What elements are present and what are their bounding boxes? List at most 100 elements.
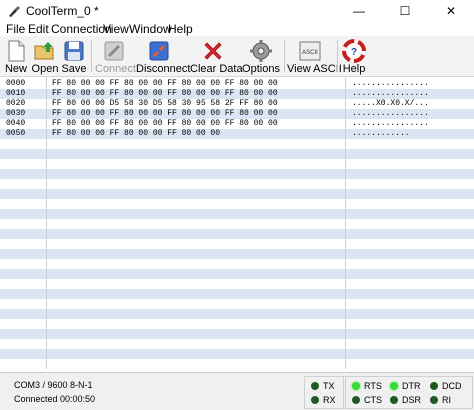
rts-led-icon bbox=[352, 382, 360, 390]
connection-status-text: Connected 00:00:50 bbox=[14, 394, 96, 404]
row-address: 0000 bbox=[6, 79, 26, 88]
cts-label: CTS bbox=[364, 395, 382, 405]
row-stripe bbox=[0, 329, 474, 339]
toolbar: New Open Save Connect Disconnect Clear D… bbox=[0, 36, 474, 77]
row-ascii-text: ................ bbox=[352, 119, 429, 128]
open-folder-icon bbox=[34, 42, 54, 60]
row-hex-bytes: FF 80 00 00 FF 80 00 00 FF 80 00 00 FF 8… bbox=[52, 119, 278, 128]
coolterm-app-icon bbox=[9, 6, 20, 17]
ascii-icon: ASCII bbox=[299, 41, 321, 61]
hex-view-area[interactable]: 0000 FF 80 00 00 FF 80 00 00 FF 80 00 00 … bbox=[0, 77, 474, 369]
dtr-led-icon bbox=[390, 382, 398, 390]
disconnect-label: Disconnect bbox=[136, 63, 191, 75]
menu-bar: File Edit Connection View Window Help bbox=[0, 22, 474, 36]
dtr-label: DTR bbox=[402, 381, 421, 391]
help-label: Help bbox=[342, 63, 366, 75]
menu-window[interactable]: Window bbox=[129, 22, 172, 36]
save-label: Save bbox=[61, 63, 87, 75]
handshake-indicator-group: RTS CTS DTR DSR DCD RI bbox=[345, 376, 473, 409]
clear-x-icon bbox=[204, 42, 222, 60]
disconnect-plug-icon bbox=[149, 41, 169, 61]
row-hex-bytes: FF 80 00 00 D5 58 30 D5 58 30 95 58 2F F… bbox=[52, 99, 278, 108]
table-row: 0020 FF 80 00 00 D5 58 30 D5 58 30 95 58 … bbox=[0, 99, 474, 109]
options-button[interactable]: Options bbox=[242, 37, 280, 75]
options-gear-icon bbox=[250, 40, 272, 62]
table-row: 0050 FF 80 00 00 FF 80 00 00 FF 80 00 00.… bbox=[0, 129, 474, 139]
table-row: 0030 FF 80 00 00 FF 80 00 00 FF 80 00 00 … bbox=[0, 109, 474, 119]
menu-file[interactable]: File bbox=[6, 22, 25, 36]
menu-view[interactable]: View bbox=[103, 22, 129, 36]
row-stripe bbox=[0, 169, 474, 179]
maximize-button[interactable]: ☐ bbox=[382, 0, 428, 22]
row-address: 0040 bbox=[6, 119, 26, 128]
rts-label: RTS bbox=[364, 381, 382, 391]
new-button[interactable]: New bbox=[2, 37, 30, 75]
row-ascii-text: .....X0.X0.X/... bbox=[352, 99, 429, 108]
row-ascii-text: ................ bbox=[352, 79, 429, 88]
table-row: 0010 FF 80 00 00 FF 80 00 00 FF 80 00 00 … bbox=[0, 89, 474, 99]
port-settings-text: COM3 / 9600 8-N-1 bbox=[14, 380, 93, 390]
dsr-label: DSR bbox=[402, 395, 422, 405]
row-stripe bbox=[0, 249, 474, 259]
menu-help[interactable]: Help bbox=[168, 22, 193, 36]
row-hex-bytes: FF 80 00 00 FF 80 00 00 FF 80 00 00 FF 8… bbox=[52, 79, 278, 88]
window-title: CoolTerm_0 * bbox=[26, 4, 99, 18]
title-bar: CoolTerm_0 * — ☐ ✕ bbox=[0, 0, 474, 22]
dcd-led-icon bbox=[430, 382, 438, 390]
tx-led-icon bbox=[311, 382, 319, 390]
open-button[interactable]: Open bbox=[30, 37, 60, 75]
minimize-button[interactable]: — bbox=[336, 0, 382, 22]
dcd-label: DCD bbox=[442, 381, 462, 391]
table-row: 0040 FF 80 00 00 FF 80 00 00 FF 80 00 00 … bbox=[0, 119, 474, 129]
toolbar-separator bbox=[284, 40, 285, 72]
save-disk-icon bbox=[64, 41, 84, 61]
status-bar: COM3 / 9600 8-N-1 Connected 00:00:50 TX … bbox=[0, 372, 474, 410]
dsr-led-icon bbox=[390, 396, 398, 404]
new-label: New bbox=[4, 63, 27, 75]
row-ascii-text: ................ bbox=[352, 109, 429, 118]
options-label: Options bbox=[242, 63, 280, 75]
row-address: 0030 bbox=[6, 109, 26, 118]
ri-led-icon bbox=[430, 396, 438, 404]
help-button[interactable]: ? Help bbox=[340, 37, 368, 75]
new-document-icon bbox=[8, 40, 25, 62]
toolbar-separator bbox=[91, 40, 92, 72]
row-address: 0010 bbox=[6, 89, 26, 98]
tx-label: TX bbox=[323, 381, 335, 391]
row-stripe bbox=[0, 309, 474, 319]
rx-led-icon bbox=[311, 396, 319, 404]
toolbar-separator bbox=[337, 40, 338, 72]
row-stripe bbox=[0, 289, 474, 299]
ascii-icon-text: ASCII bbox=[302, 50, 318, 56]
row-hex-bytes: FF 80 00 00 FF 80 00 00 FF 80 00 00 FF 8… bbox=[52, 109, 278, 118]
tx-rx-indicator-group: TX RX bbox=[304, 376, 344, 409]
ri-label: RI bbox=[442, 395, 451, 405]
svg-text:?: ? bbox=[351, 47, 357, 58]
help-lifebuoy-icon: ? bbox=[342, 39, 366, 63]
clear-data-button[interactable]: Clear Data bbox=[190, 37, 243, 75]
connect-plug-icon bbox=[104, 41, 124, 61]
clear-data-label: Clear Data bbox=[190, 63, 243, 75]
row-stripe bbox=[0, 149, 474, 159]
row-hex-bytes: FF 80 00 00 FF 80 00 00 FF 80 00 00 FF 8… bbox=[52, 89, 278, 98]
row-stripe bbox=[0, 349, 474, 359]
row-hex-bytes: FF 80 00 00 FF 80 00 00 FF 80 00 00 bbox=[52, 129, 221, 138]
disconnect-button[interactable]: Disconnect bbox=[136, 37, 191, 75]
row-stripe bbox=[0, 269, 474, 279]
save-button[interactable]: Save bbox=[60, 37, 88, 75]
row-stripe bbox=[0, 209, 474, 219]
row-ascii-text: ................ bbox=[352, 89, 429, 98]
view-ascii-label: View ASCII bbox=[287, 63, 342, 75]
open-label: Open bbox=[31, 63, 59, 75]
close-window-button[interactable]: ✕ bbox=[428, 0, 474, 22]
table-row: 0000 FF 80 00 00 FF 80 00 00 FF 80 00 00 … bbox=[0, 79, 474, 89]
view-ascii-button[interactable]: ASCII View ASCII bbox=[287, 37, 342, 75]
cts-led-icon bbox=[352, 396, 360, 404]
connect-button[interactable]: Connect bbox=[95, 37, 136, 75]
row-stripe bbox=[0, 229, 474, 239]
row-address: 0020 bbox=[6, 99, 26, 108]
connect-label: Connect bbox=[95, 63, 136, 75]
row-address: 0050 bbox=[6, 129, 26, 138]
menu-edit[interactable]: Edit bbox=[28, 22, 49, 36]
row-ascii-text: ............ bbox=[352, 129, 410, 138]
